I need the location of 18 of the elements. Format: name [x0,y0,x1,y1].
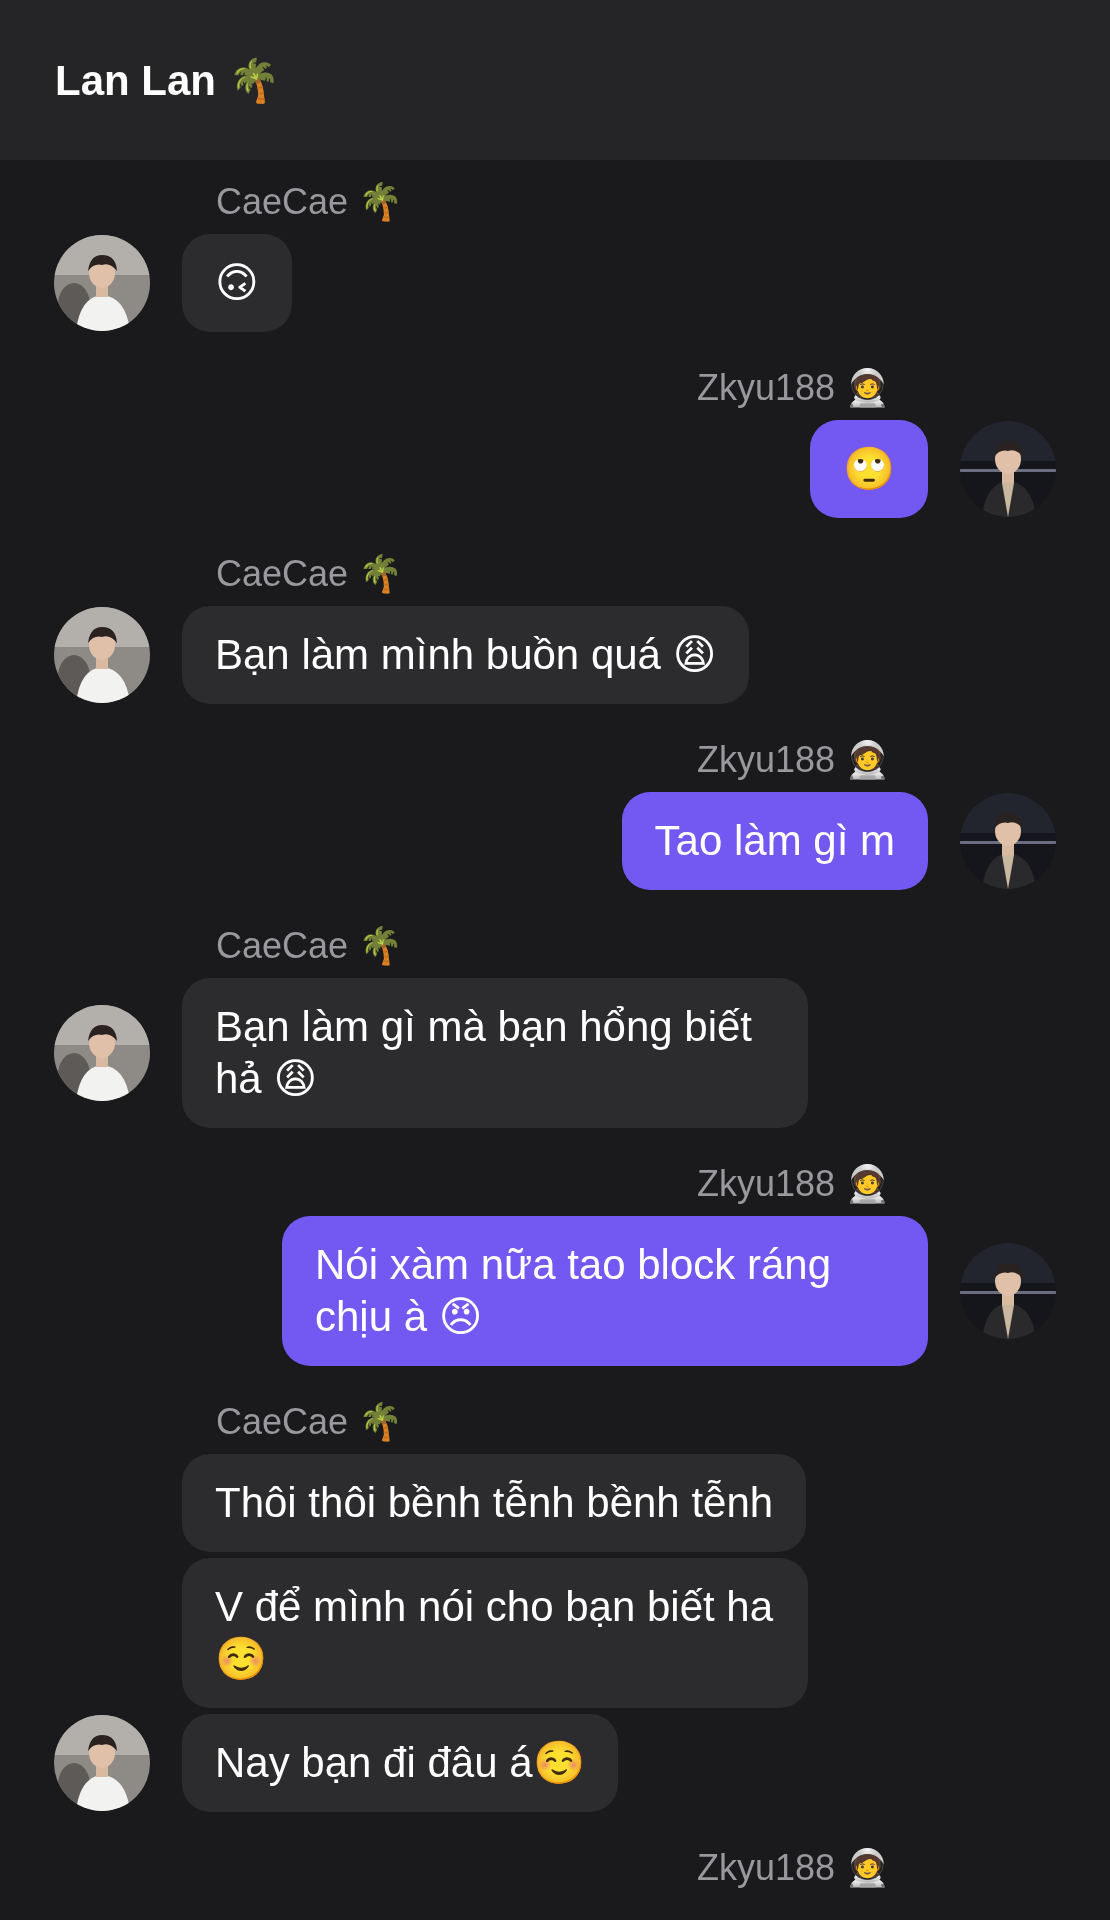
message-bubble: 🙄 [810,420,928,518]
sender-name: CaeCae 🌴 [216,924,404,968]
sender-name: CaeCae 🌴 [216,552,404,596]
message-bubble: Bạn làm gì mà bạn hổng biết hả 😩 [182,978,808,1128]
sender-name: Zkyu188 🧑‍🚀 [696,366,890,410]
message-bubble: Tao làm gì m [621,792,928,890]
message-bubble: Nói xàm nữa tao block ráng chịu à 😠 [282,1216,928,1366]
message-bubble: Nay bạn đi đâu á☺ [182,1714,618,1812]
message-bubble: 🙃 [182,234,292,332]
sender-name: Zkyu188 🧑‍🚀 [696,738,890,782]
sender-name: CaeCae 🌴 [216,1400,404,1444]
sender-name: CaeCae 🌴 [216,180,404,224]
message-bubble: V để mình nói cho bạn biết ha ☺ [182,1558,808,1708]
sender-name: Zkyu188 🧑‍🚀 [696,1162,890,1206]
message-bubble: Bạn làm mình buồn quá 😩 [182,606,750,704]
chat-title: Lan Lan 🌴 [55,55,280,105]
sender-name: Zkyu188 🧑‍🚀 [696,1846,890,1890]
message-bubble: Thôi thôi bềnh tễnh bềnh tễnh [182,1454,807,1552]
